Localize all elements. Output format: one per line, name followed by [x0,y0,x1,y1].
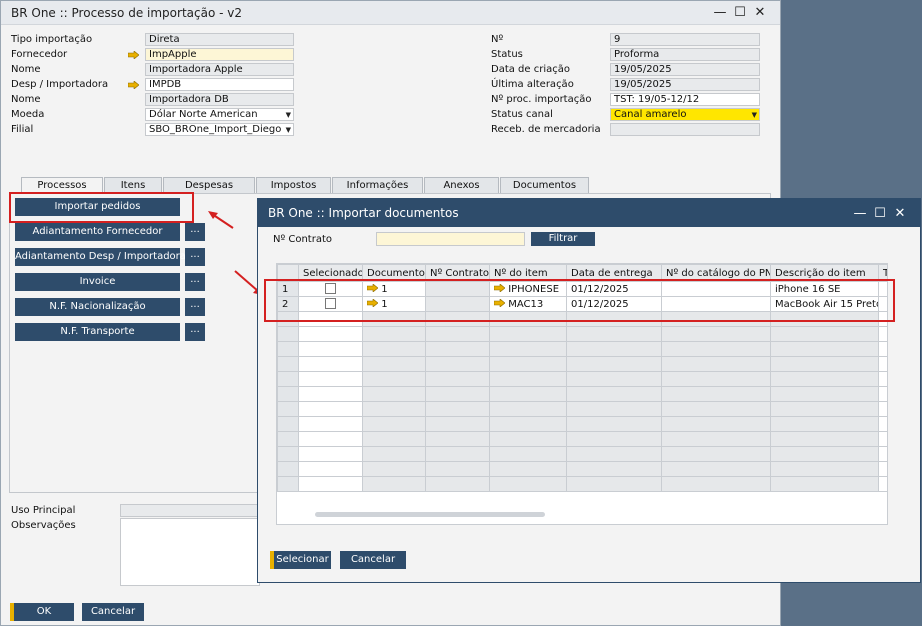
tab-despesas[interactable]: Despesas [163,177,255,193]
label-filial: Filial [11,124,34,135]
label-proc-importacao: Nº proc. importação [491,94,592,105]
maximize-icon[interactable]: ☐ [870,206,890,221]
tab-informacoes[interactable]: Informações [332,177,423,193]
label-tipo-importacao: Tipo importação [11,34,93,45]
maximize-icon[interactable]: ☐ [730,5,750,20]
select-status-canal[interactable]: Canal amarelo [610,108,760,121]
empty-row [277,416,887,432]
label-nome-fornecedor: Nome [11,64,41,75]
field-proc-importacao[interactable]: TST: 19/05-12/12 [610,93,760,106]
link-arrow-icon[interactable] [128,51,139,59]
empty-row [277,371,887,387]
tab-documentos[interactable]: Documentos [500,177,589,193]
tab-processos[interactable]: Processos [21,177,103,193]
label-data-criacao: Data de criação [491,64,570,75]
contract-input[interactable] [376,232,525,246]
label-receb-mercadoria: Receb. de mercadoria [491,124,601,135]
nf-transporte-more-button[interactable]: ... [185,323,205,341]
link-arrow-icon[interactable] [128,81,139,89]
import-documents-dialog: BR One :: Importar documentos — ☐ ✕ Nº C… [257,198,921,583]
empty-row [277,356,887,372]
field-fornecedor[interactable]: ImpApple [145,48,294,61]
cancel-button[interactable]: Cancelar [82,603,144,621]
close-icon[interactable]: ✕ [750,5,770,20]
label-contrato: Nº Contrato [273,234,333,245]
ok-button[interactable]: OK [14,603,74,621]
select-filial[interactable]: SBO_BROne_Import_Diego [145,123,294,136]
invoice-more-button[interactable]: ... [185,273,205,291]
select-button[interactable]: Selecionar [274,551,331,569]
main-title: BR One :: Processo de importação - v2 [11,5,242,20]
empty-row [277,341,887,357]
tab-itens[interactable]: Itens [104,177,162,193]
invoice-button[interactable]: Invoice [15,273,180,291]
field-tipo-importacao[interactable]: Direta [145,33,294,46]
label-uso-principal: Uso Principal [11,505,76,516]
nf-nacionalizacao-button[interactable]: N.F. Nacionalização [15,298,180,316]
nf-nacionalizacao-more-button[interactable]: ... [185,298,205,316]
field-numero[interactable]: 9 [610,33,760,46]
label-observacoes: Observações [11,520,76,531]
field-nome-fornecedor[interactable]: Importadora Apple [145,63,294,76]
filter-button[interactable]: Filtrar [531,232,595,246]
field-receb-mercadoria[interactable] [610,123,760,136]
field-status[interactable]: Proforma [610,48,760,61]
popup-titlebar: BR One :: Importar documentos — ☐ ✕ [258,199,920,227]
label-desp-importadora: Desp / Importadora [11,79,109,90]
empty-row [277,461,887,477]
popup-title: BR One :: Importar documentos [268,206,459,220]
field-desp-importadora[interactable]: IMPDB [145,78,294,91]
highlight-rows [264,279,895,322]
close-icon[interactable]: ✕ [890,206,910,221]
main-titlebar: BR One :: Processo de importação - v2 — … [1,1,780,25]
field-ultima-alteracao[interactable]: 19/05/2025 [610,78,760,91]
label-fornecedor: Fornecedor [11,49,68,60]
empty-row [277,386,887,402]
label-ultima-alteracao: Última alteração [491,79,574,90]
adiantamento-desp-more-button[interactable]: ... [185,248,205,266]
tab-bar: Processos Itens Despesas Impostos Inform… [21,177,590,193]
adiantamento-fornecedor-button[interactable]: Adiantamento Fornecedor [15,223,180,241]
empty-row [277,431,887,447]
annotation-arrow-icon [208,211,234,229]
empty-row [277,326,887,342]
tab-impostos[interactable]: Impostos [256,177,331,193]
label-moeda: Moeda [11,109,45,120]
select-moeda[interactable]: Dólar Norte American [145,108,294,121]
field-data-criacao[interactable]: 19/05/2025 [610,63,760,76]
adiantamento-fornecedor-more-button[interactable]: ... [185,223,205,241]
empty-row [277,446,887,462]
horizontal-scrollbar[interactable] [315,512,545,517]
popup-cancel-button[interactable]: Cancelar [340,551,406,569]
minimize-icon[interactable]: — [850,206,870,221]
empty-row [277,401,887,417]
nf-transporte-button[interactable]: N.F. Transporte [15,323,180,341]
field-uso-principal[interactable] [120,504,260,517]
textarea-observacoes[interactable] [120,518,260,586]
empty-row [277,476,887,492]
label-nome-importadora: Nome [11,94,41,105]
field-nome-importadora[interactable]: Importadora DB [145,93,294,106]
label-numero: Nº [491,34,504,45]
minimize-icon[interactable]: — [710,5,730,20]
adiantamento-desp-button[interactable]: Adiantamento Desp / Importadora [15,248,186,266]
tab-anexos[interactable]: Anexos [424,177,499,193]
desktop-background [809,583,922,626]
label-status: Status [491,49,523,60]
highlight-importar-pedidos [9,192,194,223]
label-status-canal: Status canal [491,109,553,120]
